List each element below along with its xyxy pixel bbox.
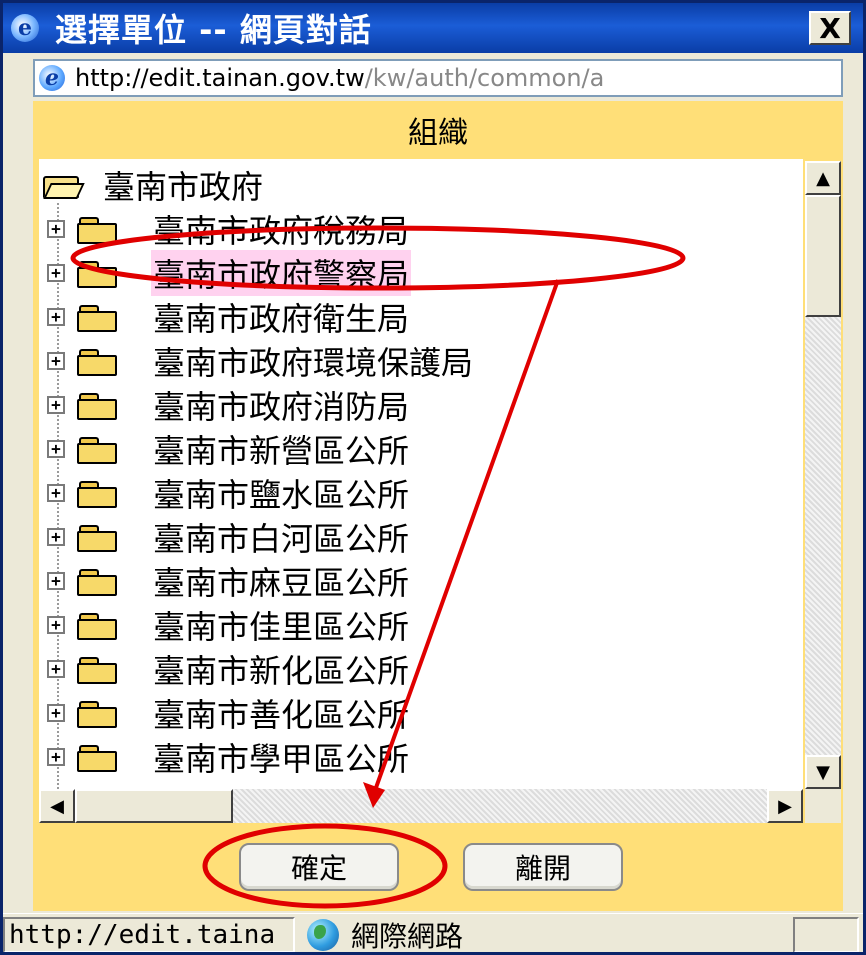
window-title: 選擇單位 -- 網頁對話 <box>55 11 372 49</box>
expand-icon[interactable]: + <box>47 352 65 370</box>
tree-node[interactable]: + 臺南市學甲區公所 <box>47 735 411 779</box>
arrow-left-icon: ◀ <box>50 795 64 817</box>
tree-node-label[interactable]: 臺南市政府環境保護局 <box>151 338 475 384</box>
folder-icon <box>77 392 117 420</box>
folder-icon <box>77 568 117 596</box>
folder-icon <box>77 216 117 244</box>
tree-node[interactable]: + 臺南市政府警察局 <box>47 250 412 296</box>
tree-node[interactable]: + 臺南市新營區公所 <box>47 427 411 471</box>
status-url: http://edit.taina <box>3 917 295 952</box>
folder-icon <box>77 348 117 376</box>
url-text: http://edit.tainan.gov.tw/kw/auth/common… <box>75 64 604 92</box>
expand-icon[interactable]: + <box>47 616 65 634</box>
folder-icon <box>77 260 117 288</box>
folder-icon <box>77 612 117 640</box>
tree-node-label[interactable]: 臺南市政府衛生局 <box>151 294 411 340</box>
tree-node-label[interactable]: 臺南市鹽水區公所 <box>151 470 411 516</box>
scroll-down-button[interactable]: ▼ <box>805 755 841 789</box>
folder-icon <box>77 700 117 728</box>
scroll-up-button[interactable]: ▲ <box>805 161 841 195</box>
expand-icon[interactable]: + <box>47 440 65 458</box>
tree-node-label[interactable]: 臺南市政府消防局 <box>151 382 411 428</box>
ie-page-glyph: e <box>45 65 59 91</box>
ie-icon: e <box>11 14 39 42</box>
tree-node[interactable]: + 臺南市政府消防局 <box>47 383 411 427</box>
root-label: 臺南市政府 <box>103 168 264 206</box>
folder-icon <box>77 524 117 552</box>
arrow-up-icon: ▲ <box>816 167 830 189</box>
expand-icon[interactable]: + <box>47 264 65 282</box>
arrow-down-icon: ▼ <box>816 761 830 783</box>
scroll-right-button[interactable]: ▶ <box>767 789 803 823</box>
expand-icon[interactable]: + <box>47 396 65 414</box>
tree-node-label[interactable]: 臺南市新營區公所 <box>151 426 411 472</box>
tree-panel: 臺南市政府 + 臺南市政府稅務局 + 臺南市政府警察局 + 臺南市政府衛生局 + 臺南市政府環… <box>33 159 843 827</box>
open-folder-icon <box>41 173 85 199</box>
resize-grip[interactable] <box>793 917 859 952</box>
expand-icon[interactable]: + <box>47 704 65 722</box>
ie-page-icon: e <box>39 65 65 91</box>
address-bar: e http://edit.tainan.gov.tw/kw/auth/comm… <box>33 59 843 97</box>
tree-node[interactable]: + 臺南市新化區公所 <box>47 647 411 691</box>
scroll-left-button[interactable]: ◀ <box>39 789 75 823</box>
folder-icon <box>77 480 117 508</box>
dialog-window: e 選擇單位 -- 網頁對話 X e http://edit.tainan.go… <box>0 0 866 955</box>
tree-node-label[interactable]: 臺南市學甲區公所 <box>151 734 411 780</box>
tree-node[interactable]: + 臺南市麻豆區公所 <box>47 559 411 603</box>
tree-node[interactable]: + 臺南市佳里區公所 <box>47 603 411 647</box>
org-tree[interactable]: 臺南市政府 + 臺南市政府稅務局 + 臺南市政府警察局 + 臺南市政府衛生局 + 臺南市政府環… <box>39 159 803 789</box>
globe-icon <box>307 919 339 951</box>
arrow-right-icon: ▶ <box>778 795 792 817</box>
tree-node[interactable]: + 臺南市政府衛生局 <box>47 295 411 339</box>
status-zone: 網際網路 <box>299 917 779 953</box>
expand-icon[interactable]: + <box>47 308 65 326</box>
title-bar[interactable]: e 選擇單位 -- 網頁對話 X <box>3 3 863 53</box>
close-icon: X <box>819 11 841 45</box>
tree-node-label[interactable]: 臺南市善化區公所 <box>151 690 411 736</box>
panel-header: 組織 <box>33 101 843 159</box>
confirm-label: 確定 <box>290 852 347 885</box>
tree-node[interactable]: + 臺南市政府稅務局 <box>47 207 411 251</box>
horizontal-scrollbar[interactable]: ◀ ▶ <box>39 789 803 823</box>
tree-node[interactable]: + 臺南市善化區公所 <box>47 691 411 735</box>
zone-label: 網際網路 <box>351 920 464 953</box>
tree-node-label[interactable]: 臺南市佳里區公所 <box>151 602 411 648</box>
scroll-corner <box>805 789 841 823</box>
expand-icon[interactable]: + <box>47 484 65 502</box>
button-bar: 確定 離開 <box>33 827 843 911</box>
expand-icon[interactable]: + <box>47 528 65 546</box>
expand-icon[interactable]: + <box>47 220 65 238</box>
tree-node[interactable]: + 臺南市白河區公所 <box>47 515 411 559</box>
close-button[interactable]: X <box>809 11 851 45</box>
leave-button[interactable]: 離開 <box>463 843 623 891</box>
folder-icon <box>77 656 117 684</box>
url-host: http://edit.tainan.gov.tw <box>75 64 365 92</box>
folder-icon <box>77 304 117 332</box>
url-path: /kw/auth/common/a <box>364 64 605 92</box>
vertical-scrollbar[interactable]: ▲ ▼ <box>805 161 841 789</box>
folder-icon <box>77 436 117 464</box>
ie-glyph: e <box>18 15 32 41</box>
leave-label: 離開 <box>514 852 571 885</box>
expand-icon[interactable]: + <box>47 748 65 766</box>
tree-node[interactable]: + 臺南市鹽水區公所 <box>47 471 411 515</box>
expand-icon[interactable]: + <box>47 660 65 678</box>
tree-node-label[interactable]: 臺南市政府稅務局 <box>151 206 411 252</box>
tree-node-label[interactable]: 臺南市新化區公所 <box>151 646 411 692</box>
tree-root[interactable]: 臺南市政府 <box>41 165 264 206</box>
horizontal-scroll-thumb[interactable] <box>75 789 233 823</box>
tree-node-label[interactable]: 臺南市政府警察局 <box>151 250 412 296</box>
status-bar: http://edit.taina 網際網路 <box>3 913 863 953</box>
folder-icon <box>77 744 117 772</box>
tree-node-label[interactable]: 臺南市白河區公所 <box>151 514 411 560</box>
confirm-button[interactable]: 確定 <box>239 843 399 891</box>
tree-node-label[interactable]: 臺南市麻豆區公所 <box>151 558 411 604</box>
tree-node[interactable]: + 臺南市政府環境保護局 <box>47 339 475 383</box>
vertical-scroll-thumb[interactable] <box>805 195 841 317</box>
expand-icon[interactable]: + <box>47 572 65 590</box>
